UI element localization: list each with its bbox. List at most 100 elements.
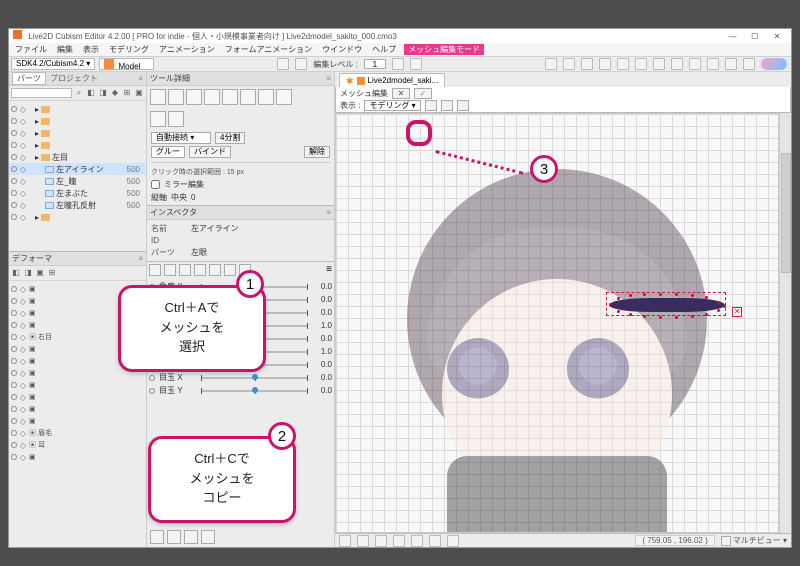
visibility-dot[interactable] bbox=[11, 334, 17, 340]
release-button[interactable]: 解除 bbox=[304, 146, 330, 158]
deformer-icon[interactable]: ◨ bbox=[23, 268, 33, 278]
visibility-dot[interactable] bbox=[11, 142, 17, 148]
insp-name-value[interactable]: 左アイライン bbox=[191, 223, 330, 234]
tool-icon[interactable] bbox=[725, 58, 737, 70]
lock-icon[interactable]: ◇ bbox=[19, 309, 27, 318]
param-add-icon[interactable] bbox=[184, 530, 198, 544]
mesh-point[interactable] bbox=[705, 313, 708, 316]
mesh-tool-icon[interactable] bbox=[457, 100, 469, 111]
lock-icon[interactable]: ◇ bbox=[19, 297, 27, 306]
visibility-dot[interactable] bbox=[11, 286, 17, 292]
visibility-dot[interactable] bbox=[11, 118, 17, 124]
auto-connect-dropdown[interactable]: 自動接続 ▾ bbox=[151, 132, 211, 144]
visibility-dot[interactable] bbox=[11, 190, 17, 196]
param-slider[interactable] bbox=[201, 390, 308, 392]
parts-tree-row[interactable]: ◇左瞳孔反射500 bbox=[9, 199, 146, 211]
status-icon[interactable] bbox=[339, 535, 351, 547]
model-dropdown[interactable]: Model bbox=[99, 58, 154, 70]
parts-tree-row[interactable]: ◇▸ bbox=[9, 103, 146, 115]
menu-modeling[interactable]: モデリング bbox=[107, 44, 151, 55]
param-row[interactable]: 目玉 Y0.0 bbox=[149, 384, 332, 397]
menu-edit[interactable]: 編集 bbox=[55, 44, 75, 55]
sdk-dropdown[interactable]: SDK4.2/Cubism4.2 ▾ bbox=[11, 58, 95, 70]
param-value[interactable]: 0.0 bbox=[312, 373, 332, 382]
param-value[interactable]: 0.0 bbox=[312, 295, 332, 304]
visibility-dot[interactable] bbox=[11, 322, 17, 328]
expand-icon[interactable]: ▸ bbox=[35, 141, 39, 150]
tool-icon[interactable] bbox=[743, 58, 755, 70]
minimize-button[interactable]: — bbox=[723, 32, 743, 41]
lock-icon[interactable]: ◇ bbox=[19, 141, 27, 150]
mesh-point[interactable] bbox=[705, 296, 708, 299]
filter-icon[interactable]: ⌕ bbox=[74, 88, 84, 98]
expand-icon[interactable]: ▸ bbox=[35, 153, 39, 162]
mesh-tool-icon[interactable] bbox=[150, 111, 166, 127]
visibility-dot[interactable] bbox=[11, 154, 17, 160]
mirror-checkbox[interactable] bbox=[151, 180, 160, 189]
filter-icon[interactable]: ◧ bbox=[86, 88, 96, 98]
visibility-dot[interactable] bbox=[11, 370, 17, 376]
mesh-tool-icon[interactable] bbox=[186, 89, 202, 105]
param-dot[interactable] bbox=[149, 375, 155, 381]
mesh-point[interactable] bbox=[659, 293, 662, 296]
menu-file[interactable]: ファイル bbox=[13, 44, 49, 55]
deformer-tree-row[interactable]: ◇▣ bbox=[9, 391, 146, 403]
filter-icon[interactable]: ▣ bbox=[134, 88, 144, 98]
mesh-point[interactable] bbox=[691, 294, 694, 297]
param-tool-icon[interactable] bbox=[209, 264, 221, 276]
mesh-point[interactable] bbox=[717, 309, 720, 312]
lock-icon[interactable]: ◇ bbox=[19, 429, 27, 438]
lock-icon[interactable]: ◇ bbox=[19, 357, 27, 366]
expand-icon[interactable]: ▸ bbox=[35, 105, 39, 114]
visibility-dot[interactable] bbox=[11, 358, 17, 364]
visibility-dot[interactable] bbox=[11, 202, 17, 208]
tool-icon[interactable] bbox=[671, 58, 683, 70]
status-icon[interactable] bbox=[357, 535, 369, 547]
visibility-dot[interactable] bbox=[11, 106, 17, 112]
param-add-icon[interactable] bbox=[150, 530, 164, 544]
mesh-tool-icon[interactable] bbox=[204, 89, 220, 105]
visibility-dot[interactable] bbox=[11, 430, 17, 436]
deformer-tree-row[interactable]: ◇▣ bbox=[9, 379, 146, 391]
canvas-tab[interactable]: ✱ Live2dmodel_saki... bbox=[339, 73, 445, 87]
tool-icon[interactable] bbox=[617, 58, 629, 70]
lock-icon[interactable]: ◇ bbox=[19, 405, 27, 414]
tool-icon[interactable] bbox=[653, 58, 665, 70]
lock-icon[interactable]: ◇ bbox=[19, 189, 27, 198]
param-slider[interactable] bbox=[201, 377, 308, 379]
parts-tab[interactable]: パーツ bbox=[12, 72, 46, 85]
viewport[interactable]: ✕ bbox=[335, 113, 779, 533]
mesh-point[interactable] bbox=[723, 305, 726, 308]
filter-icon[interactable]: ◨ bbox=[98, 88, 108, 98]
multiview[interactable]: マルチビュー ▾ bbox=[721, 535, 787, 546]
lock-icon[interactable]: ◇ bbox=[19, 177, 27, 186]
insp-part-value[interactable]: 左眼 bbox=[191, 247, 330, 258]
mesh-point[interactable] bbox=[617, 297, 620, 300]
param-value[interactable]: 1.0 bbox=[312, 347, 332, 356]
panel-menu-icon[interactable]: ≡ bbox=[326, 264, 332, 276]
lock-icon[interactable]: ◇ bbox=[19, 333, 27, 342]
parts-tree-row[interactable]: ◇左まぶた500 bbox=[9, 187, 146, 199]
lock-icon[interactable]: ◇ bbox=[19, 321, 27, 330]
mesh-point[interactable] bbox=[643, 293, 646, 296]
tool-icon[interactable] bbox=[599, 58, 611, 70]
visibility-dot[interactable] bbox=[11, 454, 17, 460]
delete-icon[interactable]: ✕ bbox=[732, 307, 742, 317]
lock-icon[interactable]: ◇ bbox=[19, 393, 27, 402]
maximize-button[interactable]: ☐ bbox=[745, 32, 765, 41]
parts-tree-row[interactable]: ◇左アイライン500 bbox=[9, 163, 146, 175]
filter-icon[interactable]: ⊞ bbox=[122, 88, 132, 98]
visibility-dot[interactable] bbox=[11, 166, 17, 172]
param-dot[interactable] bbox=[149, 388, 155, 394]
mesh-tool-icon[interactable] bbox=[150, 89, 166, 105]
tool-icon[interactable] bbox=[707, 58, 719, 70]
status-icon[interactable] bbox=[393, 535, 405, 547]
tool-icon[interactable] bbox=[563, 58, 575, 70]
glue-tab[interactable]: グルー bbox=[151, 146, 185, 158]
menu-animation[interactable]: アニメーション bbox=[157, 44, 217, 55]
tool-icon[interactable] bbox=[295, 58, 307, 70]
param-tool-icon[interactable] bbox=[179, 264, 191, 276]
status-icon[interactable] bbox=[411, 535, 423, 547]
mesh-tool-icon[interactable] bbox=[222, 89, 238, 105]
panel-menu-icon[interactable]: ≡ bbox=[326, 74, 331, 83]
